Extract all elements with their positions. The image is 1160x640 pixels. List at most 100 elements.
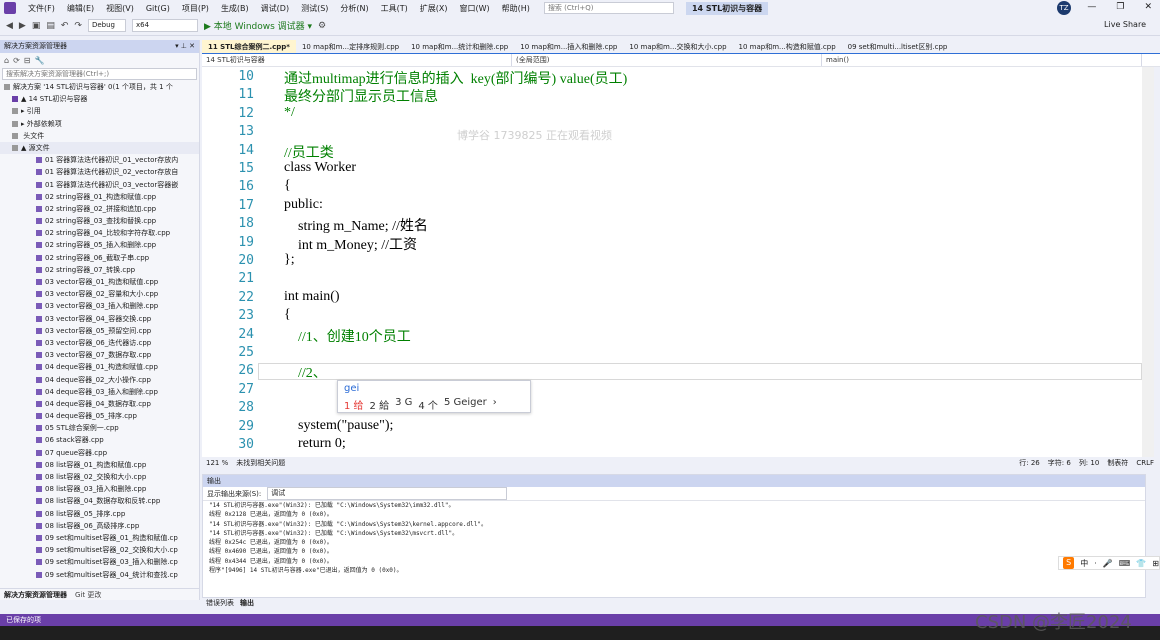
properties-icon[interactable]: 🔧 bbox=[34, 56, 44, 65]
editor-tab[interactable]: 10 map和m...统计和删除.cpp bbox=[405, 40, 514, 53]
solution-tree-item[interactable]: 03 vector容器_04_容器交换.cpp bbox=[0, 313, 199, 325]
ime-candidate[interactable]: 2 給 bbox=[370, 397, 390, 412]
menu-debug[interactable]: 调试(D) bbox=[255, 3, 295, 14]
menu-project[interactable]: 项目(P) bbox=[176, 3, 215, 14]
solution-tree-item[interactable]: 02 string容器_04_比较和字符存取.cpp bbox=[0, 227, 199, 239]
solution-tree-item[interactable]: ▲ 源文件 bbox=[0, 141, 199, 155]
solution-tree-item[interactable]: 06 stack容器.cpp bbox=[0, 434, 199, 446]
solution-tree-item[interactable]: 09 set和multiset容器_02_交换和大小.cp bbox=[0, 544, 199, 556]
solution-tree-item[interactable]: 03 vector容器_07_数据存取.cpp bbox=[0, 349, 199, 361]
ime-candidate[interactable]: 1 给 bbox=[344, 397, 364, 412]
solution-tree-item[interactable]: 08 list容器_02_交换和大小.cpp bbox=[0, 471, 199, 483]
menu-extensions[interactable]: 扩展(X) bbox=[414, 3, 454, 14]
solution-tree-item[interactable]: 01 容器算法迭代器初识_01_vector存放内 bbox=[0, 154, 199, 166]
forward-icon[interactable]: ▶ bbox=[19, 21, 26, 31]
solution-tree-item[interactable]: 01 容器算法迭代器初识_02_vector存放自 bbox=[0, 166, 199, 178]
search-input[interactable]: 搜索 (Ctrl+Q) bbox=[543, 2, 674, 14]
new-project-icon[interactable]: ▣ bbox=[32, 21, 41, 31]
solution-search-input[interactable]: 搜索解决方案资源管理器(Ctrl+;) bbox=[2, 68, 197, 80]
solution-tree-item[interactable]: 09 set和multiset容器_04_统计和查找.cp bbox=[0, 569, 199, 581]
avatar[interactable]: TZ bbox=[1057, 1, 1071, 15]
back-icon[interactable]: ◀ bbox=[6, 21, 13, 31]
tab-solution-explorer[interactable]: 解决方案资源管理器 bbox=[4, 589, 67, 600]
nav-scope-select[interactable]: (全局范围) bbox=[512, 54, 822, 66]
microphone-icon[interactable]: 🎤 bbox=[1103, 559, 1113, 568]
issues-status[interactable]: 未找到相关问题 bbox=[236, 458, 285, 468]
editor-tab[interactable]: 10 map和m...构造和赋值.cpp bbox=[733, 40, 842, 53]
solution-tree-item[interactable]: 02 string容器_01_构造和赋值.cpp bbox=[0, 191, 199, 203]
solution-tree-item[interactable]: 08 list容器_01_构造和赋值.cpp bbox=[0, 459, 199, 471]
menu-edit[interactable]: 编辑(E) bbox=[61, 3, 100, 14]
solution-tree-item[interactable]: 04 deque容器_01_构造和赋值.cpp bbox=[0, 361, 199, 373]
keyboard-icon[interactable]: ⌨ bbox=[1119, 559, 1131, 568]
solution-tree-item[interactable]: 04 deque容器_04_数据存取.cpp bbox=[0, 398, 199, 410]
ime-punct-icon[interactable]: · bbox=[1094, 559, 1097, 568]
output-source-select[interactable]: 调试 bbox=[267, 487, 508, 500]
editor-tab[interactable]: 10 map和m...定排序规则.cpp bbox=[296, 40, 405, 53]
menu-help[interactable]: 帮助(H) bbox=[496, 3, 536, 14]
solution-tree-item[interactable]: 07 queue容器.cpp bbox=[0, 447, 199, 459]
solution-tree-item[interactable]: ▲ 14 STL初识与容器 bbox=[0, 93, 199, 105]
sync-icon[interactable]: ⟳ bbox=[13, 56, 20, 65]
maximize-icon[interactable]: ❐ bbox=[1116, 2, 1124, 12]
solution-tree-item[interactable]: 09 set和multiset容器_01_构造和赋值.cp bbox=[0, 532, 199, 544]
solution-tree-item[interactable]: 04 deque容器_03_插入和删除.cpp bbox=[0, 386, 199, 398]
menu-window[interactable]: 窗口(W) bbox=[454, 3, 496, 14]
solution-tree-item[interactable]: 05 STL综合案例一.cpp bbox=[0, 422, 199, 434]
solution-tree-item[interactable]: 03 vector容器_05_预留空间.cpp bbox=[0, 325, 199, 337]
nav-project-select[interactable]: 14 STL初识与容器 bbox=[202, 54, 512, 66]
save-icon[interactable]: ▤ bbox=[46, 21, 55, 31]
solution-tree-item[interactable]: 02 string容器_03_查找和替换.cpp bbox=[0, 215, 199, 227]
nav-member-select[interactable]: main() bbox=[822, 54, 1142, 66]
solution-tree-item[interactable]: 02 string容器_06_截取子串.cpp bbox=[0, 252, 199, 264]
live-share-button[interactable]: Live Share bbox=[1104, 20, 1146, 29]
menu-git[interactable]: Git(G) bbox=[140, 4, 176, 13]
ime-candidate[interactable]: 5 Geiger bbox=[444, 397, 487, 412]
menu-build[interactable]: 生成(B) bbox=[215, 3, 255, 14]
solution-tree-item[interactable]: 04 deque容器_02_大小操作.cpp bbox=[0, 374, 199, 386]
solution-tree-item[interactable]: 头文件 bbox=[0, 130, 199, 142]
menu-view[interactable]: 视图(V) bbox=[100, 3, 140, 14]
solution-tree-item[interactable]: 03 vector容器_06_迭代器访.cpp bbox=[0, 337, 199, 349]
menu-tools[interactable]: 工具(T) bbox=[375, 3, 414, 14]
menu-analyze[interactable]: 分析(N) bbox=[334, 3, 374, 14]
solution-tree-item[interactable]: 08 list容器_06_高级排序.cpp bbox=[0, 520, 199, 532]
ime-candidate-popup[interactable]: gei 1 给 2 給 3 G 4 个 5 Geiger › bbox=[337, 380, 531, 413]
run-debugger-button[interactable]: ▶ 本地 Windows 调试器 ▾ bbox=[204, 19, 312, 32]
solution-tree-item[interactable]: 解决方案 '14 STL初识与容器' 0(1 个项目，共 1 个 bbox=[0, 81, 199, 93]
home-icon[interactable]: ⌂ bbox=[4, 56, 9, 65]
solution-tree-item[interactable]: ▸ 外部依赖项 bbox=[0, 118, 199, 130]
zoom-level[interactable]: 121 % bbox=[206, 459, 228, 467]
solution-tree-item[interactable]: 03 vector容器_03_插入和删除.cpp bbox=[0, 300, 199, 312]
solution-tree-item[interactable]: 03 vector容器_02_容量和大小.cpp bbox=[0, 288, 199, 300]
close-icon[interactable]: ✕ bbox=[1144, 2, 1152, 12]
editor-tab[interactable]: 10 map和m...插入和删除.cpp bbox=[514, 40, 623, 53]
sogou-ime-icon[interactable]: S bbox=[1063, 557, 1075, 569]
platform-select[interactable]: x64 bbox=[131, 19, 198, 32]
grid-icon[interactable]: ⊞ bbox=[1152, 559, 1159, 568]
skin-icon[interactable]: 👕 bbox=[1136, 559, 1146, 568]
solution-tree-item[interactable]: 02 string容器_05_插入和删除.cpp bbox=[0, 239, 199, 251]
toolbar-tools-icon[interactable]: ⚙ bbox=[318, 21, 326, 31]
menu-file[interactable]: 文件(F) bbox=[22, 3, 61, 14]
editor-tab[interactable]: 09 set和multi...ltiset区别.cpp bbox=[842, 40, 954, 53]
solution-tree-item[interactable]: 01 容器算法迭代器初识_03_vector容器嵌 bbox=[0, 179, 199, 191]
pin-icon[interactable]: ▾ ⊥ ✕ bbox=[175, 40, 195, 53]
editor-tab[interactable]: 11 STL综合案例二.cpp* bbox=[202, 40, 296, 53]
ime-next-page-icon[interactable]: › bbox=[493, 397, 497, 412]
code-editor[interactable]: 10 11 12 13 14 15 16 17 18 19 20 21 22 23 24 25 26 27 28 29… bbox=[202, 67, 1142, 457]
solution-tree-item[interactable]: 08 list容器_04_数据存取和反转.cpp bbox=[0, 495, 199, 507]
solution-tree-item[interactable]: 08 list容器_03_插入和删除.cpp bbox=[0, 483, 199, 495]
solution-tree-item[interactable]: 02 string容器_02_拼接和追加.cpp bbox=[0, 203, 199, 215]
solution-tree-item[interactable]: 08 list容器_05_排序.cpp bbox=[0, 508, 199, 520]
ime-mode[interactable]: 中 bbox=[1080, 558, 1088, 569]
solution-tree-item[interactable]: ▸ 引用 bbox=[0, 105, 199, 117]
tab-error-list[interactable]: 错误列表 bbox=[206, 598, 234, 609]
solution-tree-item[interactable]: 02 string容器_07_转换.cpp bbox=[0, 264, 199, 276]
undo-icon[interactable]: ↶ bbox=[61, 21, 69, 31]
minimize-icon[interactable]: — bbox=[1087, 2, 1096, 12]
collapse-icon[interactable]: ⊟ bbox=[24, 56, 31, 65]
config-select[interactable]: Debug bbox=[87, 19, 126, 32]
editor-scrollbar[interactable] bbox=[1142, 67, 1154, 457]
redo-icon[interactable]: ↷ bbox=[74, 21, 82, 31]
